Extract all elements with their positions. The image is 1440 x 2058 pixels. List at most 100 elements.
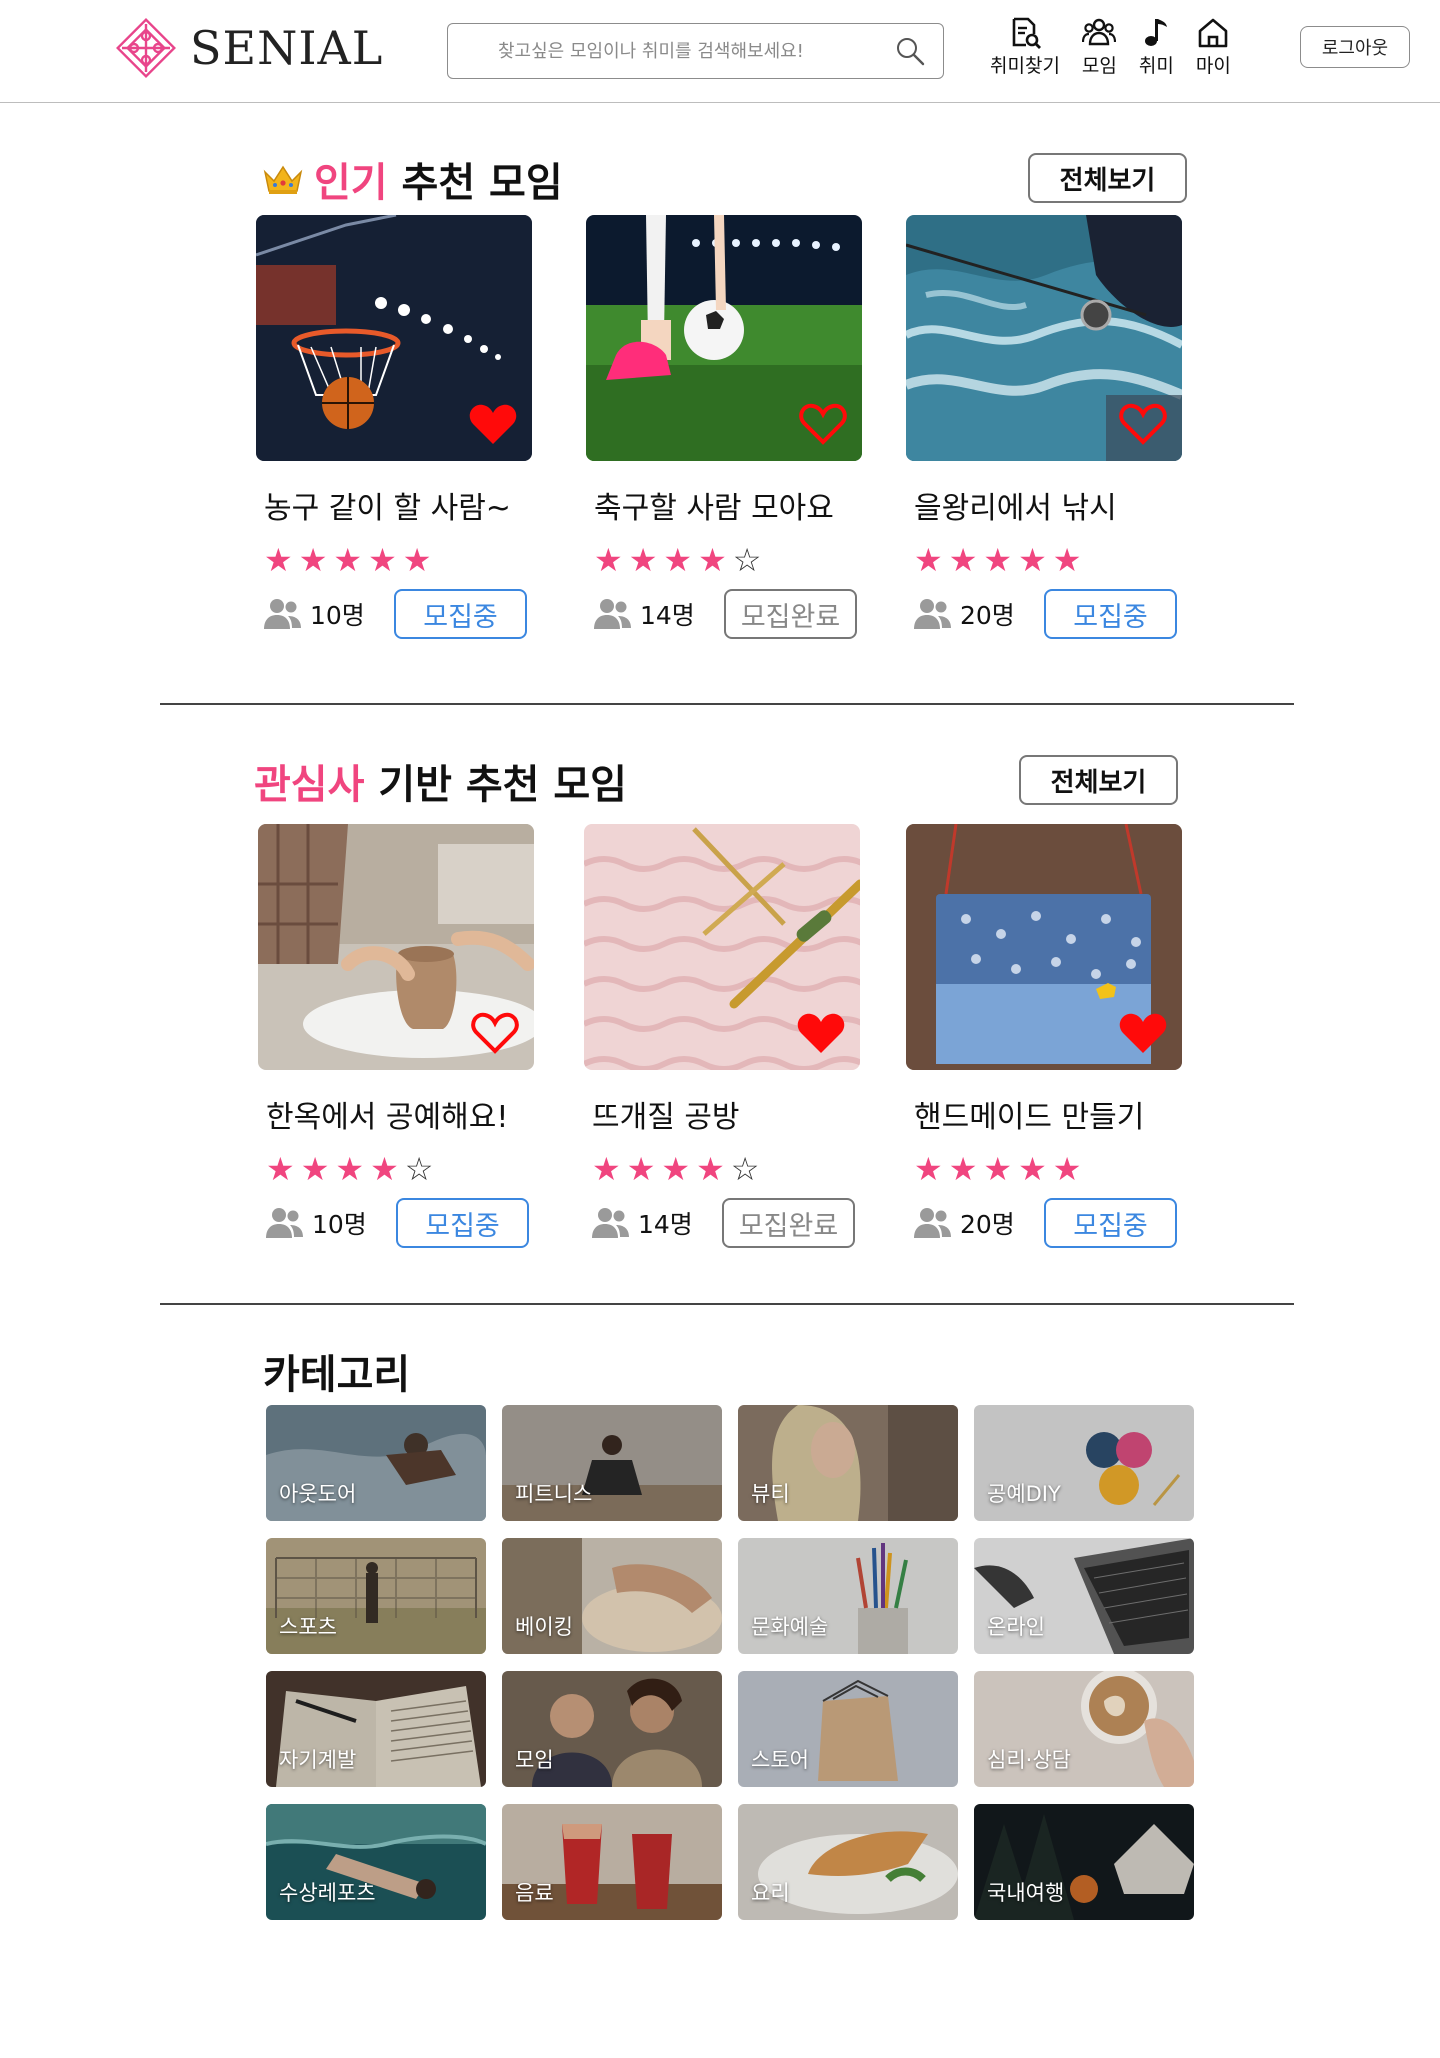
category-grid: 아웃도어 피트니스 뷰티 공예DIY 스포츠 베이킹 문화예술 온라인 자기계발… (266, 1405, 1194, 1920)
member-count: 10명 (312, 1210, 367, 1239)
star-icon: ★★★★★ (914, 1150, 1088, 1188)
heart-filled-icon[interactable] (468, 401, 518, 447)
title-highlight: 관심사 (254, 762, 365, 808)
status-badge[interactable]: 모집중 (396, 1198, 529, 1248)
status-badge[interactable]: 모집중 (394, 589, 527, 639)
category-label: 심리·상담 (987, 1748, 1071, 1772)
rating-stars: ★★★★★ (914, 1150, 1186, 1188)
category-section-title: 카테고리 (263, 1352, 411, 1398)
interest-view-all-button[interactable]: 전체보기 (1019, 755, 1178, 805)
card-image[interactable] (258, 824, 534, 1070)
logo-mark-icon (116, 18, 176, 78)
logout-button[interactable]: 로그아웃 (1300, 26, 1410, 68)
category-label: 베이킹 (515, 1615, 573, 1639)
card-title: 을왕리에서 낚시 (914, 491, 1117, 526)
music-note-icon (1145, 19, 1168, 46)
category-self-development[interactable]: 자기계발 (266, 1671, 486, 1787)
interest-card-pottery[interactable]: 한옥에서 공예해요! ★★★★☆ 10명 모집중 (258, 824, 538, 1248)
group-icon (1082, 18, 1117, 46)
category-water-sports[interactable]: 수상레포츠 (266, 1804, 486, 1920)
hobby-search-icon (1012, 17, 1041, 49)
card-meta: 14명 모집완료 (594, 589, 866, 639)
category-counseling[interactable]: 심리·상담 (974, 1671, 1194, 1787)
nav-hobby-search[interactable]: 취미찾기 (990, 16, 1060, 78)
card-meta: 20명 모집중 (914, 589, 1186, 639)
category-label: 자기계발 (279, 1748, 357, 1772)
people-icon (594, 599, 631, 629)
nav-label: 취미찾기 (990, 55, 1060, 77)
status-badge[interactable]: 모집중 (1044, 589, 1177, 639)
member-count: 20명 (960, 1210, 1015, 1239)
category-label: 음료 (515, 1881, 554, 1905)
status-badge[interactable]: 모집완료 (724, 589, 857, 639)
card-image[interactable] (586, 215, 862, 461)
category-craft-diy[interactable]: 공예DIY (974, 1405, 1194, 1521)
nav-label: 취미 (1138, 55, 1174, 77)
category-gathering[interactable]: 모임 (502, 1671, 722, 1787)
category-label: 공예DIY (987, 1482, 1061, 1506)
popular-section-title: 인기 추천 모임 (262, 150, 563, 208)
card-image[interactable] (584, 824, 860, 1070)
popular-card-soccer[interactable]: 축구할 사람 모아요 ★★★★☆ 14명 모집완료 (586, 215, 866, 639)
category-outdoor[interactable]: 아웃도어 (266, 1405, 486, 1521)
interest-card-handmade[interactable]: 핸드메이드 만들기 ★★★★★ 20명 모집중 (906, 824, 1186, 1248)
home-icon (1199, 18, 1228, 48)
card-meta: 10명 모집중 (266, 1198, 538, 1248)
category-label: 피트니스 (515, 1482, 593, 1506)
card-meta: 10명 모집중 (264, 589, 536, 639)
category-store[interactable]: 스토어 (738, 1671, 958, 1787)
search-icon[interactable] (895, 36, 925, 66)
star-icon: ★★★★★ (264, 541, 438, 579)
category-label: 모임 (515, 1748, 554, 1772)
popular-view-all-button[interactable]: 전체보기 (1028, 153, 1187, 203)
card-title: 뜨개질 공방 (592, 1100, 740, 1135)
nav-my[interactable]: 마이 (1196, 16, 1231, 78)
status-badge[interactable]: 모집중 (1044, 1198, 1177, 1248)
heart-filled-icon[interactable] (796, 1010, 846, 1056)
category-culture-art[interactable]: 문화예술 (738, 1538, 958, 1654)
popular-card-basketball[interactable]: 농구 같이 할 사람~ ★★★★★ 10명 모집중 (256, 215, 536, 639)
category-fitness[interactable]: 피트니스 (502, 1405, 722, 1521)
people-icon (264, 599, 301, 629)
category-domestic-travel[interactable]: 국내여행 (974, 1804, 1194, 1920)
heart-outline-icon[interactable] (798, 401, 848, 447)
status-badge[interactable]: 모집완료 (722, 1198, 855, 1248)
card-title: 축구할 사람 모아요 (594, 491, 834, 526)
main-nav: 취미찾기 모임 취미 마이 (990, 16, 1253, 78)
card-image[interactable] (256, 215, 532, 461)
card-image[interactable] (906, 215, 1182, 461)
category-online[interactable]: 온라인 (974, 1538, 1194, 1654)
category-label: 온라인 (987, 1615, 1045, 1639)
card-image[interactable] (906, 824, 1182, 1070)
section-divider (160, 703, 1294, 705)
star-icon: ★★★★★ (914, 541, 1088, 579)
heart-outline-icon[interactable] (470, 1010, 520, 1056)
search-input[interactable] (448, 24, 895, 78)
member-count: 20명 (960, 601, 1015, 630)
search-bar (447, 23, 944, 79)
title-rest: 기반 추천 모임 (364, 762, 627, 808)
logo[interactable]: SENIAL (112, 14, 383, 82)
category-label: 문화예술 (751, 1615, 829, 1639)
interest-section-title: 관심사 기반 추천 모임 (254, 752, 627, 810)
category-sports[interactable]: 스포츠 (266, 1538, 486, 1654)
heart-outline-icon[interactable] (1118, 401, 1168, 447)
member-count: 10명 (310, 601, 365, 630)
heart-filled-icon[interactable] (1118, 1010, 1168, 1056)
category-baking[interactable]: 베이킹 (502, 1538, 722, 1654)
category-beauty[interactable]: 뷰티 (738, 1405, 958, 1521)
popular-card-fishing[interactable]: 을왕리에서 낚시 ★★★★★ 20명 모집중 (906, 215, 1186, 639)
star-icon: ★★★★ (594, 541, 733, 579)
category-label: 스포츠 (279, 1615, 337, 1639)
category-drinks[interactable]: 음료 (502, 1804, 722, 1920)
category-label: 국내여행 (987, 1881, 1065, 1905)
category-cooking[interactable]: 요리 (738, 1804, 958, 1920)
nav-hobby[interactable]: 취미 (1139, 16, 1174, 78)
rating-stars: ★★★★☆ (266, 1150, 538, 1188)
card-title: 핸드메이드 만들기 (914, 1100, 1145, 1135)
nav-group[interactable]: 모임 (1082, 16, 1117, 78)
title-highlight: 인기 (314, 160, 388, 206)
brand-name: SENIAL (190, 21, 384, 75)
star-empty-icon: ☆ (404, 1150, 440, 1188)
interest-card-knitting[interactable]: 뜨개질 공방 ★★★★☆ 14명 모집완료 (584, 824, 864, 1248)
